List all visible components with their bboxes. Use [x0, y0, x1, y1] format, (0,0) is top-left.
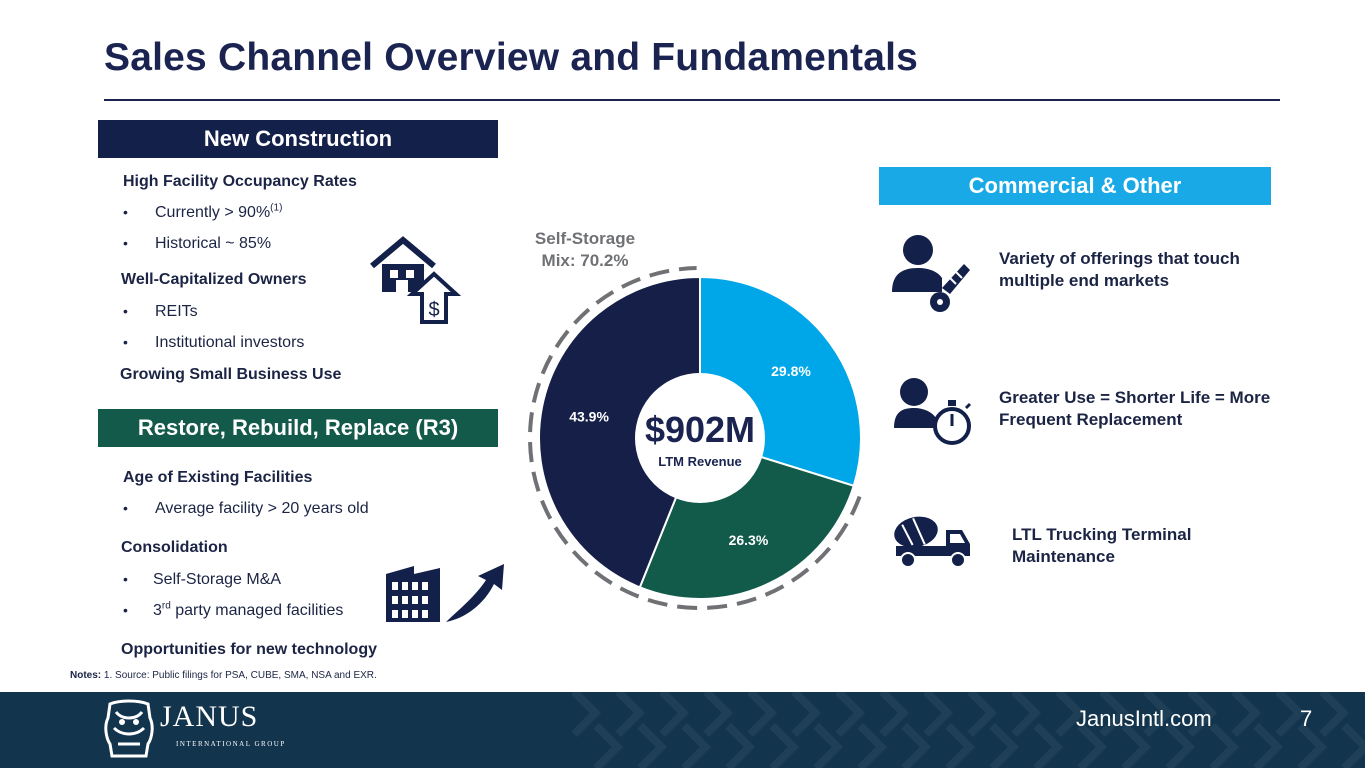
- title-divider: [104, 99, 1280, 101]
- brand-name: JANUS: [160, 700, 259, 733]
- self-storage-annotation: Self-Storage Mix: 70.2%: [534, 229, 636, 270]
- nc-bullet-historical: • Historical ~ 85%: [123, 235, 272, 252]
- r3-bullet-average: • Average facility > 20 years old: [123, 500, 369, 517]
- slice-label: 29.8%: [771, 363, 811, 379]
- nc-bullet-institutional: • Institutional investors: [123, 334, 305, 351]
- commercial-item-offerings: Variety of offerings that touch multiple…: [999, 249, 1240, 290]
- revenue-donut-chart: $902M LTM Revenue 29.8% 26.3% 43.9%: [528, 266, 862, 610]
- building-growth-icon: [386, 564, 504, 622]
- nc-heading-occupancy: High Facility Occupancy Rates: [123, 173, 357, 190]
- notes-text: 1. Source: Public filings for PSA, CUBE,…: [103, 670, 377, 681]
- footer-url-link[interactable]: JanusIntl.com: [1076, 706, 1212, 732]
- r3-bullet-third-party: • 3rd party managed facilities: [123, 600, 344, 619]
- cement-truck-icon: [894, 516, 970, 568]
- nc-bullet-currently: • Currently > 90%(1): [123, 202, 283, 221]
- person-key-icon: [892, 235, 970, 312]
- nc-heading-owners: Well-Capitalized Owners: [121, 271, 307, 288]
- r3-heading-consolidation: Consolidation: [121, 539, 228, 556]
- commercial-item-replacement: Greater Use = Shorter Life = More Freque…: [999, 388, 1271, 429]
- footnote-ref: (1): [270, 202, 283, 214]
- bullet-dot: •: [123, 571, 128, 587]
- bullet-dot: •: [123, 235, 128, 251]
- bullet-dot: •: [123, 500, 128, 516]
- notes: Notes: 1. Source: Public filings for PSA…: [70, 670, 377, 681]
- nc-heading-small-business: Growing Small Business Use: [120, 366, 342, 383]
- nc-bullet-reits: • REITs: [123, 303, 198, 320]
- new-construction-header: New Construction: [98, 120, 498, 158]
- commercial-item-ltl: LTL Trucking Terminal Maintenance: [1012, 525, 1192, 566]
- svg-text:$: $: [428, 299, 439, 321]
- house-dollar-icon: $: [370, 236, 462, 324]
- r3-header: Restore, Rebuild, Replace (R3): [98, 409, 498, 447]
- r3-bullet-ma: • Self-Storage M&A: [123, 571, 282, 588]
- r3-heading-age: Age of Existing Facilities: [123, 469, 313, 486]
- person-stopwatch-icon: [894, 378, 972, 445]
- slice-label: 43.9%: [569, 408, 609, 424]
- bullet-dot: •: [123, 303, 128, 319]
- r3-heading-technology: Opportunities for new technology: [121, 641, 377, 658]
- bullet-dot: •: [123, 602, 128, 618]
- center-label: LTM Revenue: [658, 454, 742, 469]
- page-title: Sales Channel Overview and Fundamentals: [104, 36, 919, 79]
- notes-label: Notes:: [70, 670, 102, 681]
- bullet-dot: •: [123, 204, 128, 220]
- brand-subtitle: INTERNATIONAL GROUP: [176, 740, 286, 748]
- janus-logo-icon: [104, 699, 154, 758]
- slice-label: 26.3%: [729, 532, 769, 548]
- center-value: $902M: [645, 409, 755, 450]
- page-number: 7: [1300, 706, 1313, 731]
- commercial-header: Commercial & Other: [879, 167, 1271, 205]
- footer: JANUS INTERNATIONAL GROUP JanusIntl.com …: [0, 692, 1365, 768]
- bullet-dot: •: [123, 334, 128, 350]
